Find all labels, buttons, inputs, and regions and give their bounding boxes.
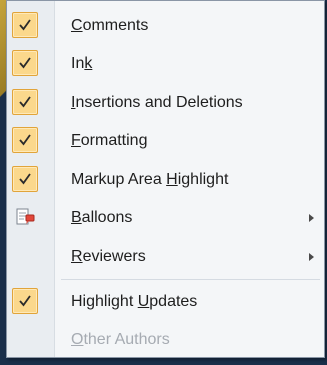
menu-item-markup-area-highlight[interactable]: Markup Area Highlight [7,161,324,199]
menu-item-insertions-and-deletions[interactable]: Insertions and Deletions [7,84,324,122]
menu-item-reviewers[interactable]: Reviewers [7,238,324,276]
menu-item-formatting[interactable]: Formatting [7,122,324,160]
menu-item-ink[interactable]: Ink [7,45,324,83]
menu-item-label: Other Authors [71,331,170,348]
checkmark-icon [12,89,38,115]
submenu-arrow-icon [309,214,314,222]
menu-item-label: Comments [71,17,149,34]
menu-item-label: Reviewers [71,248,146,265]
checkmark-icon [12,288,38,314]
menu-item-balloons[interactable]: Balloons [7,199,324,237]
checkmark-icon [12,166,38,192]
menu-item-label: Balloons [71,209,133,226]
menu-item-other-authors: Other Authors [7,321,324,359]
checkmark-icon [12,127,38,153]
checkmark-icon [12,50,38,76]
menu-item-label: Highlight Updates [71,293,198,310]
menu-item-label: Insertions and Deletions [71,94,243,111]
markup-options-menu: Comments Ink Insertions and Deletions Fo… [6,0,325,358]
menu-separator [61,279,320,280]
balloons-icon [12,204,38,230]
menu-item-highlight-updates[interactable]: Highlight Updates [7,283,324,321]
checkmark-icon [12,12,38,38]
menu-item-label: Markup Area Highlight [71,171,229,188]
menu-item-label: Ink [71,55,93,72]
menu-item-comments[interactable]: Comments [7,7,324,45]
menu-item-label: Formatting [71,132,148,149]
submenu-arrow-icon [309,253,314,261]
